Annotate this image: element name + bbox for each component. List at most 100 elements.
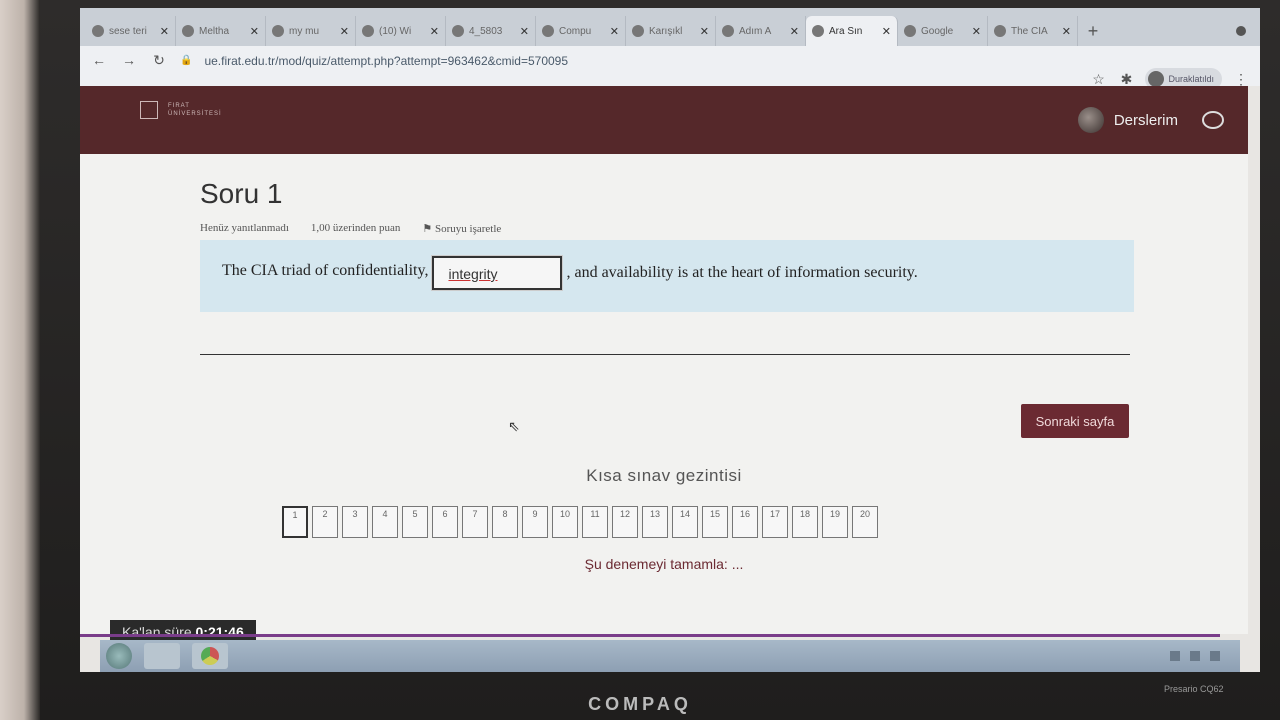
- back-icon[interactable]: ←: [90, 52, 108, 68]
- profile-avatar: [1148, 71, 1165, 87]
- quiz-navigation-heading: Kısa sınav gezintisi: [586, 466, 742, 485]
- tab-close-icon[interactable]: ✕: [250, 25, 259, 38]
- menu-kebab-icon[interactable]: ⋮: [1232, 71, 1250, 88]
- avatar[interactable]: [1077, 107, 1104, 133]
- address-bar[interactable]: ue.firat.edu.tr/mod/quiz/attempt.php?att…: [204, 52, 568, 68]
- tab-favicon-icon: [272, 25, 284, 37]
- quiz-nav-button[interactable]: 16: [732, 506, 758, 538]
- volume-icon[interactable]: [1190, 651, 1200, 661]
- browser-tab[interactable]: The CIA ✕: [988, 16, 1078, 46]
- tab-favicon-icon: [92, 25, 104, 37]
- quiz-nav-button[interactable]: 5: [402, 506, 428, 538]
- tab-label: Meltha: [199, 25, 230, 37]
- footer-accent-line: [80, 634, 1220, 637]
- message-icon[interactable]: [1202, 111, 1224, 129]
- tab-favicon-icon: [904, 25, 916, 37]
- browser-tab[interactable]: Adım A ✕: [716, 16, 806, 46]
- tab-close-icon[interactable]: ✕: [430, 25, 439, 38]
- question-title: Soru 1: [200, 178, 283, 209]
- browser-tab[interactable]: sese teri ✕: [86, 16, 176, 46]
- question-text-after: , and availability is at the heart of in…: [566, 264, 918, 281]
- browser-tab[interactable]: Karışıkl ✕: [626, 16, 716, 46]
- browser-tab[interactable]: Ara Sın ✕: [806, 16, 898, 46]
- reload-icon[interactable]: ↻: [150, 52, 168, 69]
- tab-close-icon[interactable]: ✕: [972, 25, 981, 38]
- quiz-nav-button[interactable]: 17: [762, 506, 788, 538]
- quiz-nav-button[interactable]: 1: [282, 506, 308, 538]
- quiz-nav-button[interactable]: 4: [372, 506, 398, 538]
- tab-close-icon[interactable]: ✕: [790, 25, 799, 38]
- start-button[interactable]: [106, 643, 132, 669]
- taskbar-chrome-item[interactable]: [192, 643, 228, 669]
- quiz-nav-button[interactable]: 13: [642, 506, 668, 538]
- quiz-nav-button[interactable]: 20: [852, 506, 878, 538]
- tab-strip: sese teri ✕ Meltha ✕ my mu ✕ (10) Wi ✕ 4_5803 ✕ Co…: [80, 8, 1260, 46]
- new-tab-button[interactable]: +: [1078, 16, 1108, 46]
- tab-close-icon[interactable]: ✕: [882, 25, 891, 38]
- quiz-nav-button[interactable]: 10: [552, 506, 578, 538]
- tab-close-icon[interactable]: ✕: [160, 25, 169, 38]
- next-page-button[interactable]: Sonraki sayfa: [1021, 404, 1129, 438]
- tab-favicon-icon: [812, 25, 824, 37]
- mouse-cursor-icon: ⇖: [508, 418, 520, 434]
- system-tray: [1170, 651, 1240, 661]
- browser-tab[interactable]: (10) Wi ✕: [356, 16, 446, 46]
- tab-label: sese teri: [109, 25, 147, 37]
- tab-favicon-icon: [542, 25, 554, 37]
- answer-input[interactable]: integrity: [432, 256, 563, 290]
- browser-tab[interactable]: Meltha ✕: [176, 16, 266, 46]
- forward-icon[interactable]: →: [120, 52, 138, 68]
- question-text-before: The CIA triad of confidentiality,: [222, 262, 429, 279]
- tab-close-icon[interactable]: ✕: [700, 25, 709, 38]
- browser-tab[interactable]: my mu ✕: [266, 16, 356, 46]
- tab-label: Google: [921, 25, 954, 37]
- laptop-brand: COMPAQ: [588, 694, 692, 714]
- quiz-nav-button[interactable]: 7: [462, 506, 488, 538]
- extensions-puzzle-icon[interactable]: ✱: [1117, 71, 1135, 88]
- bookmark-star-icon[interactable]: ☆: [1089, 71, 1107, 88]
- browser-tab[interactable]: Google ✕: [898, 16, 988, 46]
- quiz-page: Soru 1 Henüz yanıtlanmadı 1,00 üzerinden…: [80, 154, 1248, 634]
- finish-attempt-link[interactable]: Şu denemeyi tamamla: ...: [80, 556, 1248, 572]
- tab-label: Karışıkl: [649, 25, 683, 37]
- logo-line-2: ÜNİVERSİTESİ: [168, 111, 222, 117]
- tab-label: Compu: [559, 25, 592, 37]
- quiz-nav-button[interactable]: 12: [612, 506, 638, 538]
- windows-taskbar: [100, 640, 1240, 672]
- tab-close-icon[interactable]: ✕: [1062, 25, 1071, 38]
- network-icon[interactable]: [1170, 651, 1180, 661]
- courses-link[interactable]: Derslerim: [1114, 112, 1178, 129]
- divider: [200, 354, 1130, 355]
- quiz-nav-button[interactable]: 11: [582, 506, 608, 538]
- tab-favicon-icon: [994, 25, 1006, 37]
- quiz-nav-button[interactable]: 15: [702, 506, 728, 538]
- quiz-nav-button[interactable]: 14: [672, 506, 698, 538]
- tab-close-icon[interactable]: ✕: [520, 25, 529, 38]
- logo-line-1: FIRAT: [168, 103, 190, 109]
- quiz-nav-button[interactable]: 19: [822, 506, 848, 538]
- chrome-icon: [201, 647, 219, 665]
- quiz-nav-button[interactable]: 9: [522, 506, 548, 538]
- timer-value: 0:21:46: [195, 624, 244, 640]
- quiz-nav-button[interactable]: 6: [432, 506, 458, 538]
- quiz-nav-button[interactable]: 2: [312, 506, 338, 538]
- flag-question-link[interactable]: ⚑ Soruyu işaretle: [422, 222, 501, 235]
- tab-favicon-icon: [452, 25, 464, 37]
- lock-icon[interactable]: 🔒: [180, 52, 192, 66]
- quiz-nav-button[interactable]: 3: [342, 506, 368, 538]
- quiz-nav-button[interactable]: 8: [492, 506, 518, 538]
- quiz-nav-button[interactable]: 18: [792, 506, 818, 538]
- extension-icon[interactable]: [1236, 26, 1246, 36]
- taskbar-folder-icon[interactable]: [144, 643, 180, 669]
- tab-label: (10) Wi: [379, 25, 412, 37]
- university-logo[interactable]: FIRAT ÜNİVERSİTESİ: [140, 101, 222, 119]
- question-status: Henüz yanıtlanmadı: [200, 222, 289, 234]
- browser-tab[interactable]: 4_5803 ✕: [446, 16, 536, 46]
- tab-close-icon[interactable]: ✕: [340, 25, 349, 38]
- tab-label: The CIA: [1011, 25, 1048, 37]
- tab-label: Adım A: [739, 25, 772, 37]
- tab-close-icon[interactable]: ✕: [610, 25, 619, 38]
- browser-tab[interactable]: Compu ✕: [536, 16, 626, 46]
- clock-icon[interactable]: [1210, 651, 1220, 661]
- question-points: 1,00 üzerinden puan: [310, 222, 401, 234]
